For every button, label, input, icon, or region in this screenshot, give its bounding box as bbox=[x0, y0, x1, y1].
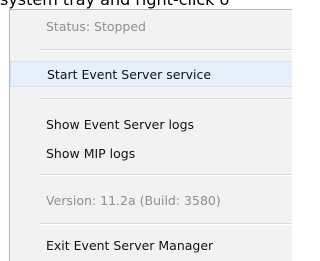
menu-separator bbox=[39, 223, 292, 225]
start-event-server-service-item[interactable]: Start Event Server service bbox=[10, 61, 292, 87]
status-label: Status: Stopped bbox=[46, 19, 146, 34]
screenshot: system tray and right-click o Status: St… bbox=[0, 0, 292, 261]
caption-text: system tray and right-click o bbox=[0, 0, 292, 9]
menu-separator bbox=[39, 98, 292, 100]
version-label: Version: 11.2a (Build: 3580) bbox=[46, 193, 221, 208]
exit-event-server-manager-item[interactable]: Exit Event Server Manager bbox=[10, 233, 292, 259]
menu-separator bbox=[39, 49, 292, 51]
show-event-server-logs-item[interactable]: Show Event Server logs bbox=[10, 112, 292, 138]
menu-separator bbox=[39, 174, 292, 176]
show-mip-logs-item[interactable]: Show MIP logs bbox=[10, 141, 292, 167]
context-menu: Status: Stopped Start Event Server servi… bbox=[9, 9, 292, 261]
